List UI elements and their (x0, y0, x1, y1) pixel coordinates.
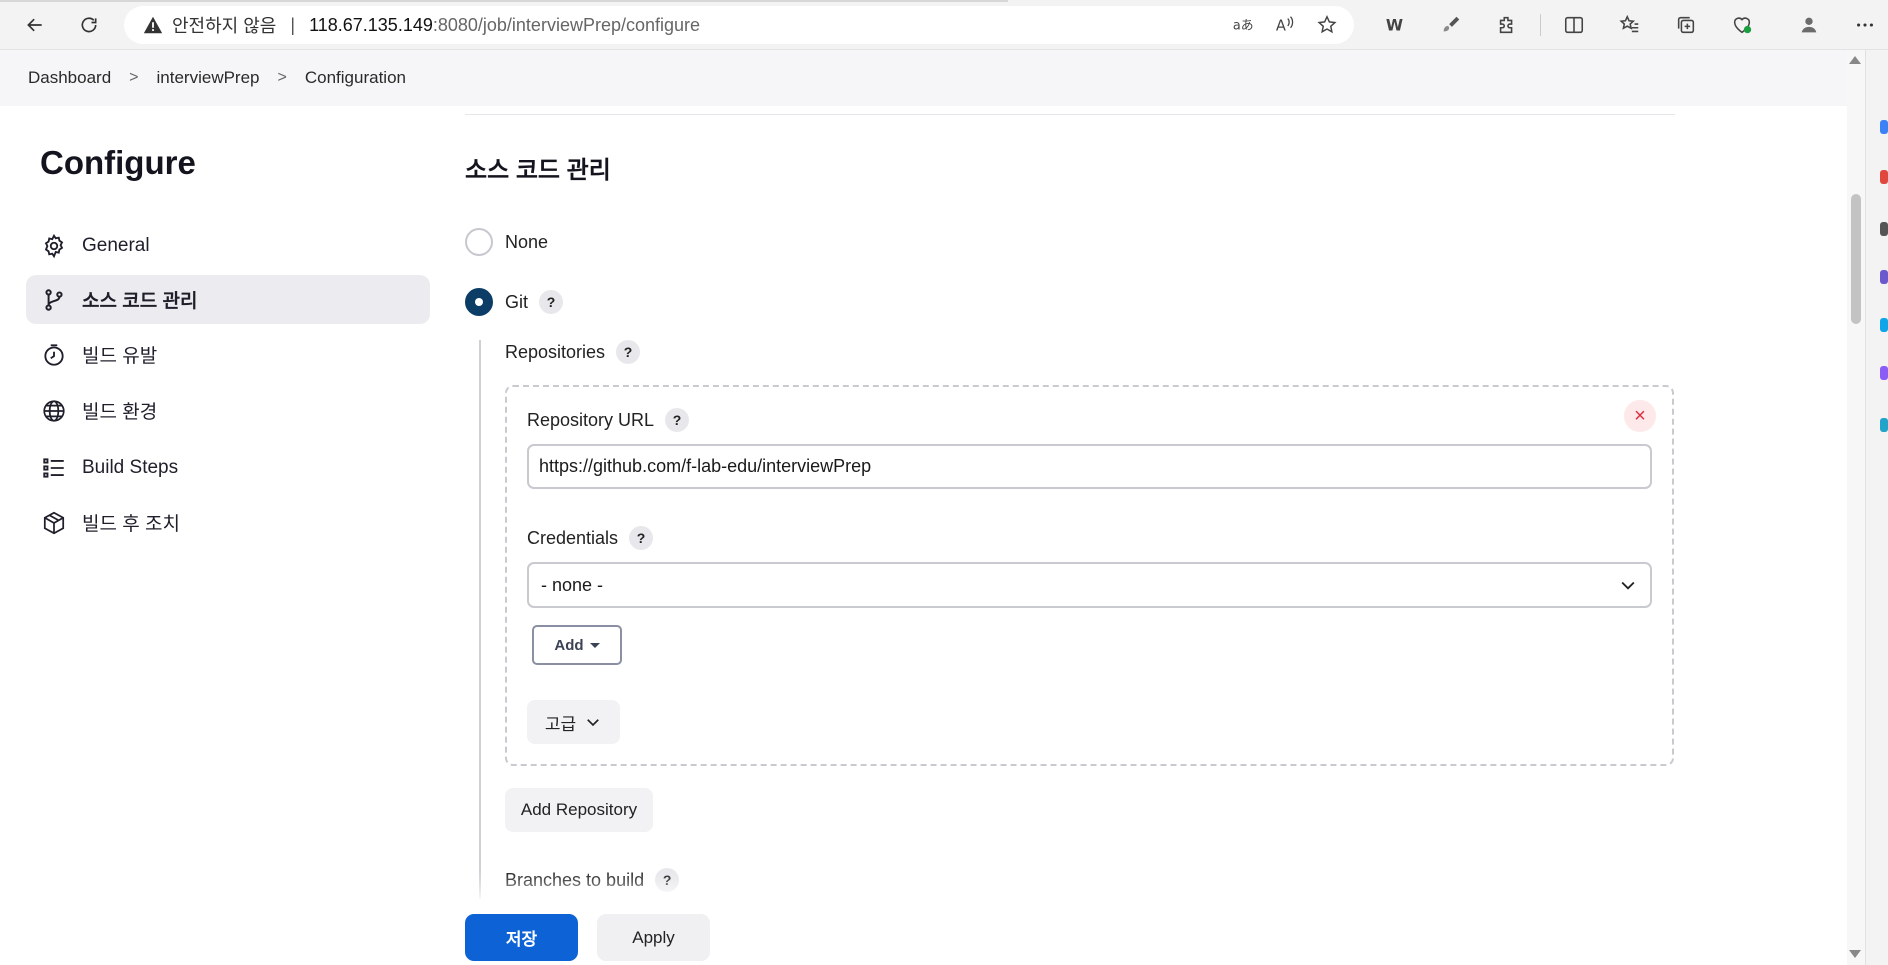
help-icon[interactable]: ? (655, 868, 680, 892)
help-icon[interactable]: ? (616, 340, 641, 364)
back-icon[interactable] (18, 8, 52, 42)
browser-toolbar: 안전하지 않음 | 118.67.135.149 :8080/job/inter… (0, 0, 1888, 50)
loading-bar (0, 0, 1008, 2)
split-screen-icon[interactable] (1551, 8, 1597, 42)
gear-icon (40, 232, 68, 260)
breadcrumb-dashboard[interactable]: Dashboard (28, 68, 111, 88)
sidebar-item-source-code[interactable]: 소스 코드 관리 (26, 275, 430, 324)
help-icon[interactable]: ? (665, 408, 690, 432)
credentials-value: - none - (541, 574, 604, 595)
repositories-label: Repositories (505, 341, 606, 362)
section-title: 소스 코드 관리 (465, 157, 611, 184)
package-icon (40, 509, 68, 537)
url-path: :8080/job/interviewPrep/configure (432, 14, 701, 35)
branches-label-row: Branches to build ? (505, 868, 680, 892)
caret-down-icon (589, 642, 600, 648)
sidebar-item-build-triggers[interactable]: 빌드 유발 (26, 330, 430, 379)
radio-label: None (505, 231, 549, 252)
add-credentials-button[interactable]: Add (532, 625, 622, 665)
edge-app-icon[interactable] (1880, 366, 1888, 380)
favorite-star-icon[interactable] (1316, 14, 1338, 36)
scrollbar[interactable] (1847, 50, 1865, 965)
advanced-button[interactable]: 고급 (527, 700, 620, 744)
help-icon[interactable]: ? (539, 290, 564, 314)
sidebar-item-label: 빌드 유발 (82, 346, 158, 367)
warning-icon (143, 16, 163, 34)
add-repository-button[interactable]: Add Repository (505, 788, 653, 832)
credentials-label: Credentials (527, 527, 619, 548)
edge-app-icon[interactable] (1880, 170, 1888, 184)
sidebar-item-post-build[interactable]: 빌드 후 조치 (26, 498, 430, 547)
scrollbar-thumb[interactable] (1851, 194, 1861, 324)
page-title: Configure (40, 144, 196, 181)
profile-icon[interactable] (1786, 8, 1832, 42)
address-bar[interactable]: 안전하지 않음 | 118.67.135.149 :8080/job/inter… (124, 6, 1354, 44)
chevron-right-icon: > (129, 69, 139, 86)
w-extension-icon[interactable]: W (1372, 8, 1418, 42)
sidebar-item-build-steps[interactable]: Build Steps (26, 443, 430, 492)
save-button[interactable]: 저장 (465, 914, 578, 961)
sidebar-item-label: 빌드 환경 (82, 402, 158, 423)
help-icon[interactable]: ? (629, 526, 654, 550)
chevron-down-icon (587, 719, 599, 727)
edge-app-icon[interactable] (1880, 318, 1888, 332)
brush-extension-icon[interactable] (1428, 8, 1474, 42)
breadcrumb: Dashboard > interviewPrep > Configuratio… (0, 50, 1847, 106)
edge-app-icon[interactable] (1880, 222, 1888, 236)
browser-essentials-icon[interactable] (1719, 8, 1765, 42)
scroll-up-arrow-icon[interactable] (1849, 56, 1861, 64)
globe-icon (40, 397, 68, 425)
branches-label: Branches to build (505, 869, 645, 890)
read-aloud-icon[interactable]: A (1274, 14, 1296, 36)
more-icon[interactable] (1842, 8, 1888, 42)
add-button-label: Add (554, 636, 584, 654)
section-divider (465, 114, 1675, 115)
source-branch-icon (40, 286, 68, 314)
collections-icon[interactable] (1663, 8, 1709, 42)
radio-label: Git (505, 291, 529, 312)
url-host: 118.67.135.149 (309, 14, 433, 35)
breadcrumb-configuration[interactable]: Configuration (305, 68, 406, 88)
timer-icon (40, 341, 68, 369)
sidebar-item-label: 빌드 후 조치 (82, 514, 180, 535)
reload-icon[interactable] (72, 8, 106, 42)
svg-text:W: W (1386, 17, 1403, 35)
credentials-label-row: Credentials ? (527, 526, 654, 550)
scm-option-none[interactable]: None (465, 228, 548, 256)
edge-app-icon[interactable] (1880, 270, 1888, 284)
repository-url-label: Repository URL (527, 409, 655, 430)
close-icon[interactable]: × (1624, 400, 1656, 432)
repository-url-input[interactable] (527, 444, 1652, 489)
svg-text:A: A (1276, 18, 1286, 35)
chevron-right-icon: > (277, 69, 287, 86)
advanced-button-label: 고급 (544, 714, 577, 734)
security-label[interactable]: 안전하지 않음 (172, 12, 276, 38)
repository-url-label-row: Repository URL ? (527, 408, 690, 432)
sidebar-item-label: General (82, 234, 150, 256)
scroll-down-arrow-icon[interactable] (1849, 950, 1861, 958)
sidebar-item-general[interactable]: General (26, 221, 430, 270)
extensions-icon[interactable] (1484, 8, 1530, 42)
translate-icon[interactable]: aあ (1232, 14, 1254, 36)
sidebar-item-label: 소스 코드 관리 (82, 291, 198, 312)
chevron-down-icon (1621, 581, 1635, 590)
repositories-label-row: Repositories ? (505, 340, 641, 364)
credentials-select[interactable]: - none - (527, 562, 1652, 608)
radio-git[interactable] (465, 288, 493, 316)
git-options-guide-line (479, 340, 481, 900)
svg-text:aあ: aあ (1233, 19, 1254, 34)
favorites-icon[interactable] (1607, 8, 1653, 42)
edge-app-icon[interactable] (1880, 120, 1888, 134)
list-icon (40, 454, 68, 482)
sidebar-item-build-environment[interactable]: 빌드 환경 (26, 386, 430, 435)
scm-option-git[interactable]: Git ? (465, 288, 564, 316)
sidebar-item-label: Build Steps (82, 456, 179, 478)
radio-none[interactable] (465, 228, 493, 256)
sidebar-edge-panel (1865, 50, 1888, 965)
url-separator: | (290, 14, 296, 35)
toolbar-divider (1540, 14, 1541, 36)
edge-app-icon[interactable] (1880, 418, 1888, 432)
apply-button[interactable]: Apply (597, 914, 710, 961)
breadcrumb-job[interactable]: interviewPrep (157, 68, 260, 88)
